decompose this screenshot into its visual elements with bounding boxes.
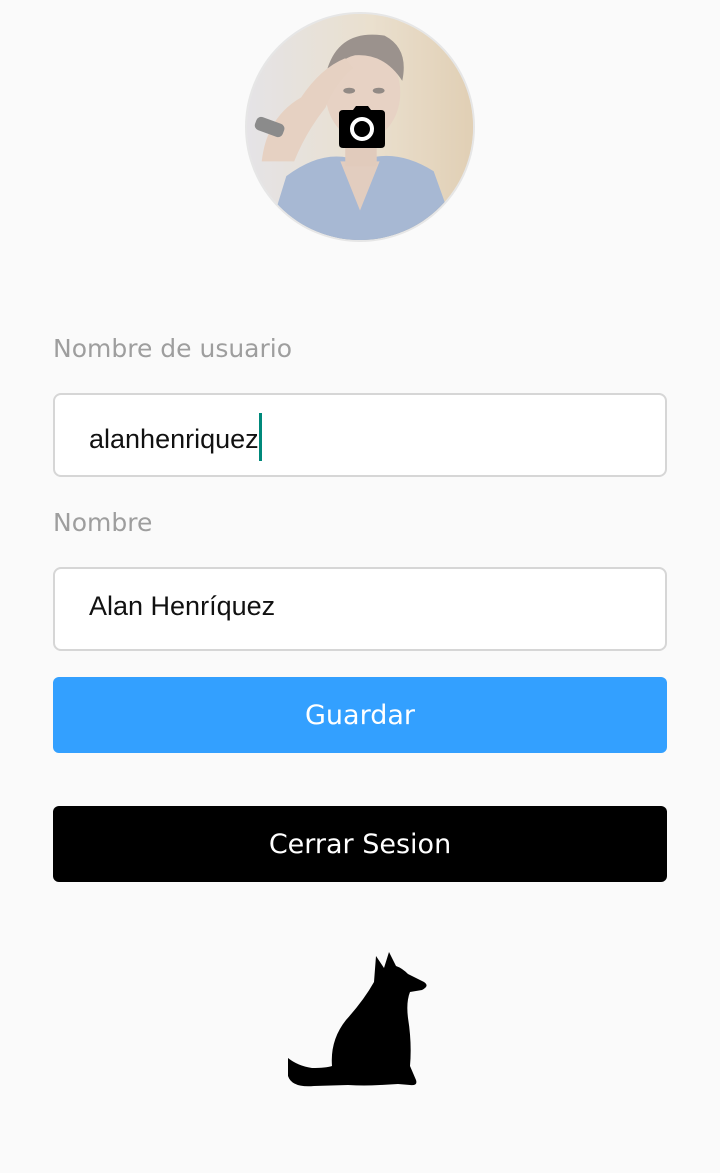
username-value: alanhenriquez — [89, 424, 259, 455]
text-caret — [258, 413, 262, 461]
username-label: Nombre de usuario — [53, 334, 293, 363]
username-field[interactable]: alanhenriquez — [53, 393, 667, 477]
dog-icon — [288, 952, 427, 1087]
name-label: Nombre — [53, 508, 153, 537]
username-input-wrapper: alanhenriquez — [89, 413, 262, 465]
save-button[interactable]: Guardar — [53, 677, 667, 753]
profile-page: Nombre de usuario alanhenriquez Nombre A… — [0, 0, 720, 1173]
logout-button[interactable]: Cerrar Sesion — [53, 806, 667, 882]
profile-avatar[interactable] — [245, 12, 475, 242]
camera-icon[interactable] — [339, 106, 385, 148]
name-field[interactable]: Alan Henríquez — [53, 567, 667, 651]
name-value: Alan Henríquez — [89, 591, 276, 621]
